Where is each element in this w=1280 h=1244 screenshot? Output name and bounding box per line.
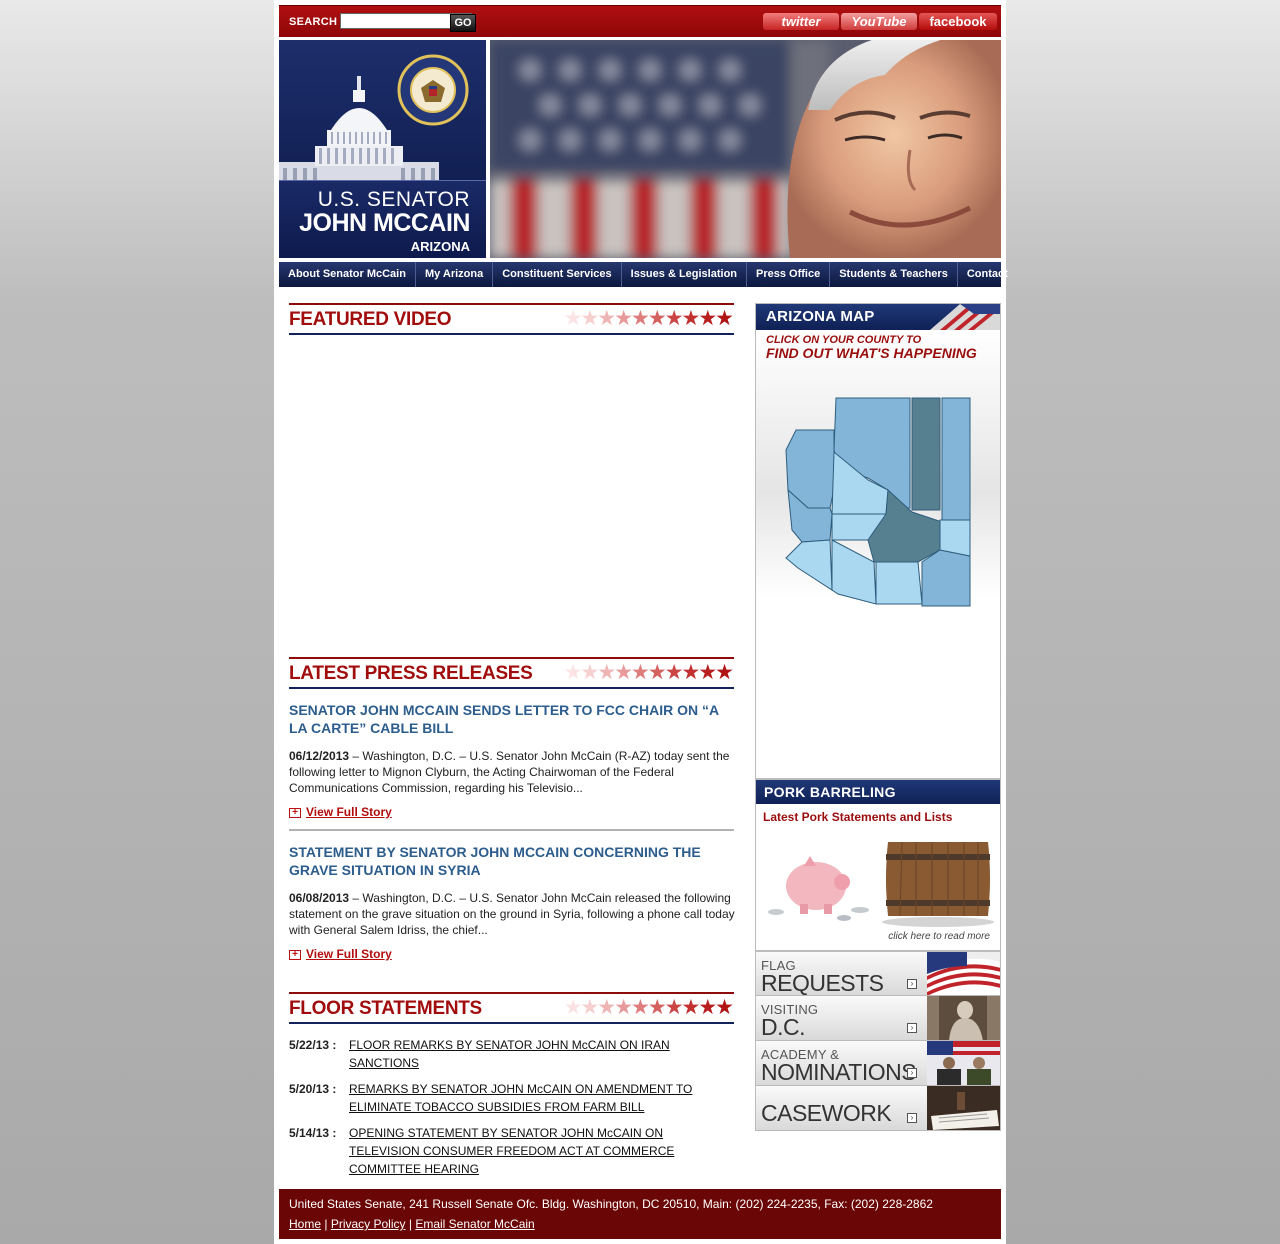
county-santa-cruz[interactable] <box>875 561 923 605</box>
stars-decoration-icon: ★★★★★★★★★★ <box>563 307 734 330</box>
nav-item-about[interactable]: About Senator McCain <box>279 262 416 287</box>
twitter-link[interactable]: twitter <box>763 13 839 30</box>
footer-separator: | <box>324 1217 328 1231</box>
map-instruction-line-2: FIND OUT WHAT'S HAPPENING <box>766 345 977 361</box>
senate-seal-icon <box>397 54 469 126</box>
search-label: SEARCH <box>289 16 338 28</box>
state-name: ARIZONA <box>410 239 470 254</box>
arizona-map-header: ARIZONA MAP <box>756 304 1000 330</box>
press-release-date: 06/12/2013 <box>289 749 350 763</box>
top-bar: SEARCH GO twitter YouTube facebook <box>279 5 1001 37</box>
arizona-county-map[interactable] <box>778 390 974 616</box>
floor-statement-date: 5/20/13 : <box>289 1082 337 1096</box>
nav-item-contact[interactable]: Contact <box>958 262 1017 287</box>
floor-statement-date: 5/14/13 : <box>289 1126 337 1140</box>
press-release-date: 06/08/2013 <box>289 891 350 905</box>
visiting-dc-big-label: D.C. <box>761 1014 806 1040</box>
footer-home-link[interactable]: Home <box>289 1217 321 1231</box>
arizona-map-panel: CLICK ON YOUR COUNTY TO FIND OUT WHAT'S … <box>756 330 1000 607</box>
floor-statements-header: FLOOR STATEMENTS ★★★★★★★★★★ <box>289 992 734 1024</box>
nav-item-constituent-services[interactable]: Constituent Services <box>493 262 622 287</box>
nav-item-issues-legislation[interactable]: Issues & Legislation <box>622 262 748 287</box>
academy-nominations-link[interactable]: ACADEMY & NOMINATIONS › <box>755 1041 1001 1086</box>
stars-decoration-icon: ★★★★★★★★★★ <box>563 996 734 1019</box>
view-full-story-link[interactable]: + View Full Story <box>289 805 392 819</box>
casework-document-icon <box>927 1086 1000 1130</box>
arizona-map-box: ARIZONA MAP CLICK ON YOUR COUNTY TO FIND… <box>755 303 1001 779</box>
county-greenlee[interactable] <box>939 519 971 557</box>
arrow-right-icon: › <box>907 1113 917 1123</box>
view-full-story-label[interactable]: View Full Story <box>306 805 392 819</box>
footer-separator: | <box>408 1217 412 1231</box>
academy-big-label: NOMINATIONS <box>761 1059 917 1085</box>
facebook-link[interactable]: facebook <box>919 13 997 30</box>
arizona-map-title: ARIZONA MAP <box>766 308 875 325</box>
press-releases-header: LATEST PRESS RELEASES ★★★★★★★★★★ <box>289 657 734 689</box>
flag-requests-big-label: REQUESTS <box>761 970 884 996</box>
footer-address: United States Senate, 241 Russell Senate… <box>289 1197 933 1211</box>
arrow-right-icon: › <box>907 1068 917 1078</box>
plus-icon: + <box>289 807 301 818</box>
featured-video-header: FEATURED VIDEO ★★★★★★★★★★ <box>289 303 734 335</box>
pork-barreling-box[interactable]: PORK BARRELING Latest Pork Statements an… <box>755 779 1001 951</box>
cadets-icon <box>927 1041 1000 1085</box>
arrow-right-icon: › <box>907 979 917 989</box>
pork-barreling-title: PORK BARRELING <box>764 784 896 800</box>
pork-barreling-subtitle: Latest Pork Statements and Lists <box>763 810 953 824</box>
search-go-button[interactable]: GO <box>450 14 476 32</box>
floor-statement-link[interactable]: REMARKS BY SENATOR JOHN McCAIN ON AMENDM… <box>349 1080 709 1116</box>
county-navajo[interactable] <box>911 397 941 511</box>
hero-portrait-image <box>490 40 1001 258</box>
floor-statements-title: FLOOR STATEMENTS <box>289 998 482 1019</box>
site-logo[interactable]: U.S. SENATOR JOHN MCCAIN ARIZONA <box>279 40 486 258</box>
county-cochise[interactable] <box>921 549 971 607</box>
press-release-headline[interactable]: STATEMENT BY SENATOR JOHN MCCAIN CONCERN… <box>289 843 734 879</box>
nav-item-students-teachers[interactable]: Students & Teachers <box>830 262 958 287</box>
youtube-link[interactable]: YouTube <box>841 13 917 30</box>
floor-statement-link[interactable]: FLOOR REMARKS BY SENATOR JOHN McCAIN ON … <box>349 1036 709 1072</box>
county-yuma[interactable] <box>785 539 833 591</box>
footer-privacy-link[interactable]: Privacy Policy <box>331 1217 406 1231</box>
flag-decoration-icon <box>930 304 1000 330</box>
casework-link[interactable]: CASEWORK › <box>755 1086 1001 1131</box>
hero-flag-portrait-image <box>490 40 1001 258</box>
floor-statement-link[interactable]: OPENING STATEMENT BY SENATOR JOHN McCAIN… <box>349 1124 709 1178</box>
flag-requests-link[interactable]: FLAG REQUESTS › <box>755 951 1001 996</box>
nav-item-press-office[interactable]: Press Office <box>747 262 831 287</box>
press-release-headline[interactable]: SENATOR JOHN MCCAIN SENDS LETTER TO FCC … <box>289 701 734 737</box>
piggy-bank-and-barrel-image <box>768 841 994 927</box>
divider <box>289 829 734 831</box>
nav-item-my-arizona[interactable]: My Arizona <box>416 262 494 287</box>
stars-decoration-icon: ★★★★★★★★★★ <box>563 661 734 684</box>
visiting-dc-link[interactable]: VISITING D.C. › <box>755 996 1001 1041</box>
footer: United States Senate, 241 Russell Senate… <box>279 1189 1001 1239</box>
press-release-text: – Washington, D.C. – U.S. Senator John M… <box>289 749 730 795</box>
pork-barreling-header: PORK BARRELING <box>756 780 1000 804</box>
pork-read-more-link[interactable]: click here to read more <box>888 931 990 942</box>
casework-label: CASEWORK <box>761 1100 892 1126</box>
press-releases-title: LATEST PRESS RELEASES <box>289 663 533 684</box>
senator-title-block: U.S. SENATOR JOHN MCCAIN ARIZONA <box>279 180 486 258</box>
flag-icon <box>927 952 1000 995</box>
county-apache[interactable] <box>941 397 971 527</box>
senator-name: JOHN MCCAIN <box>299 209 470 237</box>
arrow-right-icon: › <box>907 1023 917 1033</box>
press-release-summary: 06/12/2013 – Washington, D.C. – U.S. Sen… <box>289 748 739 796</box>
floor-statement-date: 5/22/13 : <box>289 1038 337 1052</box>
main-nav: About Senator McCain My Arizona Constitu… <box>279 262 1008 287</box>
page-container: SEARCH GO twitter YouTube facebook U.S. … <box>274 0 1008 1244</box>
footer-email-link[interactable]: Email Senator McCain <box>415 1217 534 1231</box>
view-full-story-label[interactable]: View Full Story <box>306 947 392 961</box>
press-release-summary: 06/08/2013 – Washington, D.C. – U.S. Sen… <box>289 890 739 938</box>
lincoln-memorial-icon <box>927 996 1000 1040</box>
view-full-story-link[interactable]: + View Full Story <box>289 947 392 961</box>
footer-links: Home | Privacy Policy | Email Senator Mc… <box>289 1217 535 1231</box>
featured-video-player[interactable] <box>289 340 734 645</box>
featured-video-title: FEATURED VIDEO <box>289 309 452 330</box>
press-release-text: – Washington, D.C. – U.S. Senator John M… <box>289 891 735 937</box>
plus-icon: + <box>289 949 301 960</box>
county-pima[interactable] <box>831 539 877 605</box>
